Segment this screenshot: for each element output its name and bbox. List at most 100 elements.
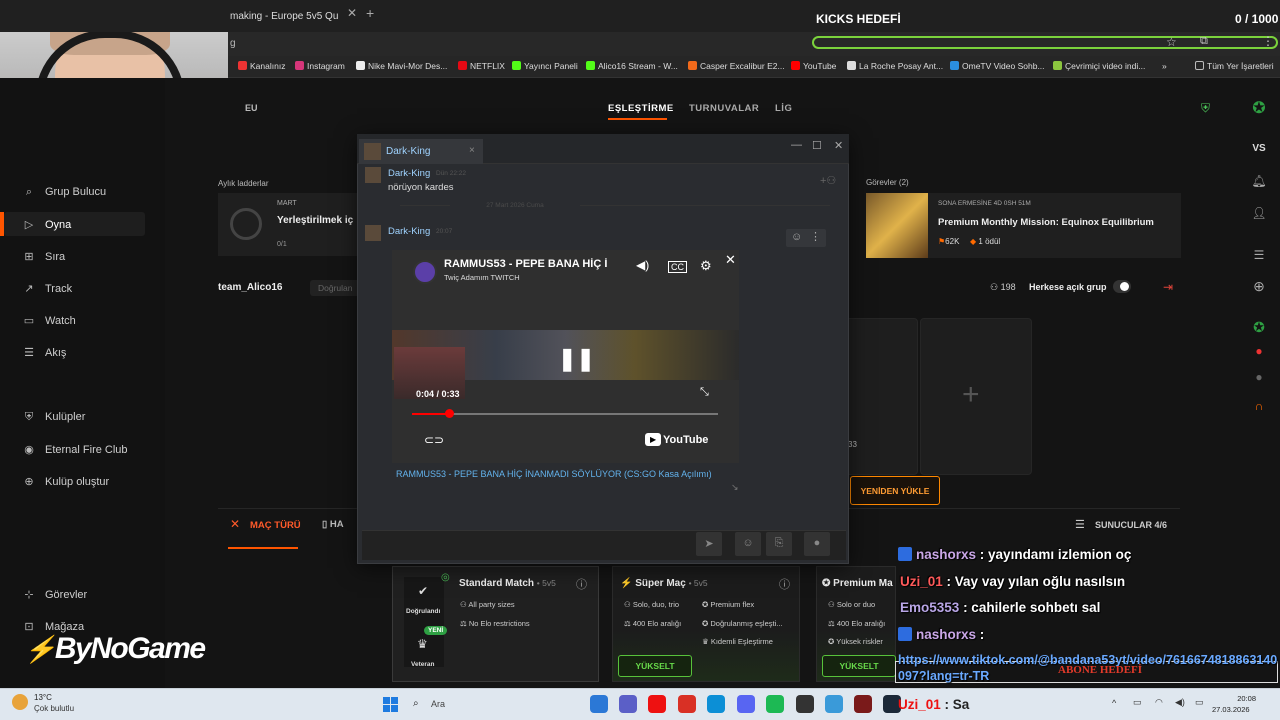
friends-icon[interactable]: 👤︎: [1251, 206, 1267, 222]
club-logo-icon[interactable]: ✪: [1251, 319, 1267, 335]
bookmark-item[interactable]: Kanalınız: [238, 61, 285, 71]
user-icon[interactable]: ●: [1251, 370, 1267, 386]
files-icon[interactable]: [590, 695, 608, 713]
message-author[interactable]: Dark-King: [388, 226, 430, 237]
sidebar-item[interactable]: ▭ Watch: [22, 314, 76, 327]
bookmark-item[interactable]: Alico16 Stream - W...: [586, 61, 678, 71]
tab-matchmaking[interactable]: EŞLEŞTİRME: [608, 103, 674, 114]
menu-icon[interactable]: ⋮: [1262, 34, 1274, 48]
video-progress-track[interactable]: [412, 413, 718, 415]
clock-date[interactable]: 27.03.2026: [1212, 705, 1250, 714]
party-icon[interactable]: ☰: [1251, 248, 1267, 264]
sidebar-item[interactable]: ⌕ Grup Bulucu: [22, 186, 106, 199]
video-progress-handle[interactable]: [444, 409, 454, 418]
add-circle-icon[interactable]: ⊕: [1251, 278, 1267, 294]
bookmark-item[interactable]: Nike Mavi-Mor Des...: [356, 61, 447, 71]
chevron-up-icon[interactable]: ^: [1112, 698, 1116, 708]
emoji-icon[interactable]: ☺: [735, 532, 761, 556]
headset-icon[interactable]: ∩: [1251, 399, 1267, 415]
weather-desc[interactable]: Çok bulutlu: [34, 704, 74, 713]
bookmark-item[interactable]: La Roche Posay Ant...: [847, 61, 943, 71]
close-icon[interactable]: ×: [469, 145, 475, 156]
club-logo-icon[interactable]: ✪: [1251, 98, 1267, 117]
bookmark-item[interactable]: Yayıncı Paneli: [512, 61, 578, 71]
extensions-icon[interactable]: ⧉: [1200, 35, 1208, 48]
weather-icon[interactable]: [12, 694, 28, 710]
start-button[interactable]: [383, 697, 398, 712]
exit-fullscreen-icon[interactable]: ⤡: [700, 386, 709, 399]
message-author[interactable]: Dark-King: [388, 168, 430, 179]
sidebar-item[interactable]: ▷ Oyna: [22, 218, 72, 231]
party-open-toggle[interactable]: [1113, 280, 1131, 293]
wifi-icon[interactable]: ◠: [1155, 697, 1163, 708]
send-icon[interactable]: ➤: [696, 532, 722, 556]
pause-icon[interactable]: ❚❚: [558, 346, 595, 372]
bell-icon[interactable]: 🔔︎: [1251, 174, 1267, 190]
sidebar-item[interactable]: ☰ Akış: [22, 346, 66, 359]
bookmark-item[interactable]: Instagram: [295, 61, 345, 71]
volume-icon[interactable]: ◀): [636, 258, 649, 272]
all-bookmarks[interactable]: Tüm Yer İşaretleri: [1195, 61, 1274, 71]
weather-temp[interactable]: 13°C: [34, 693, 52, 702]
upgrade-button[interactable]: YÜKSELT: [618, 655, 692, 677]
sidebar-item[interactable]: ⊞ Sıra: [22, 250, 65, 263]
bookmark-item[interactable]: OmeTV Video Sohb...: [950, 61, 1045, 71]
obs-icon[interactable]: [796, 695, 814, 713]
close-icon[interactable]: ✕: [834, 139, 843, 152]
sidebar-item[interactable]: ◉ Eternal Fire Club: [22, 443, 127, 456]
tab-map[interactable]: ▯ HA: [322, 519, 344, 530]
sidebar-item[interactable]: ⛨ Kulüpler: [22, 411, 85, 424]
vs-icon[interactable]: VS: [1251, 143, 1267, 159]
captions-icon[interactable]: CC: [668, 261, 687, 273]
plus-icon[interactable]: +: [962, 378, 980, 412]
close-icon[interactable]: ✕: [347, 6, 357, 20]
leave-party-icon[interactable]: ⇥: [1163, 280, 1173, 294]
attach-icon[interactable]: ⎘: [766, 532, 792, 556]
sidebar-item-tasks[interactable]: ⊹ Görevler: [22, 588, 87, 601]
game-icon[interactable]: [854, 695, 872, 713]
emoji-icon[interactable]: ☺: [791, 231, 802, 243]
opera-icon[interactable]: [648, 695, 666, 713]
bookmark-item[interactable]: YouTube: [791, 61, 836, 71]
more-icon[interactable]: ⋮: [810, 230, 821, 243]
new-tab-icon[interactable]: +: [366, 5, 374, 21]
tab-tournaments[interactable]: TURNUVALAR: [689, 103, 759, 114]
microphone-icon[interactable]: ●: [804, 532, 830, 556]
edge-icon[interactable]: [707, 695, 725, 713]
upgrade-button[interactable]: YÜKSELT: [822, 655, 896, 677]
taskbar-search[interactable]: Ara: [407, 694, 527, 716]
star-icon[interactable]: ☆: [1166, 35, 1177, 49]
bookmark-item[interactable]: Çevrimiçi video indi...: [1053, 61, 1145, 71]
team-logo-icon[interactable]: ●: [1251, 344, 1267, 360]
spotify-icon[interactable]: [766, 695, 784, 713]
battery-icon[interactable]: ▭: [1195, 697, 1204, 708]
info-icon[interactable]: ⓘ: [576, 576, 587, 592]
close-icon[interactable]: ✕: [725, 252, 736, 268]
minimize-icon[interactable]: —: [791, 139, 802, 151]
add-friend-icon[interactable]: +⚇: [820, 174, 836, 187]
speaker-icon[interactable]: ◀): [1175, 697, 1185, 708]
shield-icon[interactable]: ⛨: [1201, 101, 1210, 116]
tab-match-type[interactable]: MAÇ TÜRÜ: [250, 520, 301, 531]
bookmarks-more[interactable]: »: [1162, 61, 1167, 71]
app-icon[interactable]: [825, 695, 843, 713]
sidebar-item[interactable]: ↗ Track: [22, 282, 72, 295]
servers-label[interactable]: SUNUCULAR 4/6: [1095, 520, 1167, 530]
expand-icon[interactable]: ↘: [731, 482, 739, 493]
bookmark-item[interactable]: Casper Excalibur E2...: [688, 61, 785, 71]
address-text[interactable]: g: [230, 38, 236, 49]
maximize-icon[interactable]: ☐: [812, 139, 822, 152]
link-icon[interactable]: ⊂⊃: [424, 433, 444, 447]
tab-league[interactable]: LİG: [775, 103, 792, 114]
discord-icon[interactable]: [737, 695, 755, 713]
video-title[interactable]: RAMMUS53 - PEPE BANA HİÇ İ: [444, 258, 616, 270]
channel-name[interactable]: Twiç Adamım TWITCH: [444, 273, 520, 282]
tray-icon[interactable]: ▭: [1133, 697, 1142, 708]
channel-avatar[interactable]: [413, 260, 437, 284]
gear-icon[interactable]: ⚙: [700, 258, 712, 274]
teams-icon[interactable]: [619, 695, 637, 713]
reload-button[interactable]: YENİDEN YÜKLE: [850, 476, 940, 505]
bookmark-item[interactable]: NETFLIX: [458, 61, 505, 71]
video-link[interactable]: RAMMUS53 - PEPE BANA HİÇ İNANMADI SÖYLÜY…: [396, 468, 726, 480]
clock-time[interactable]: 20:08: [1232, 694, 1256, 703]
